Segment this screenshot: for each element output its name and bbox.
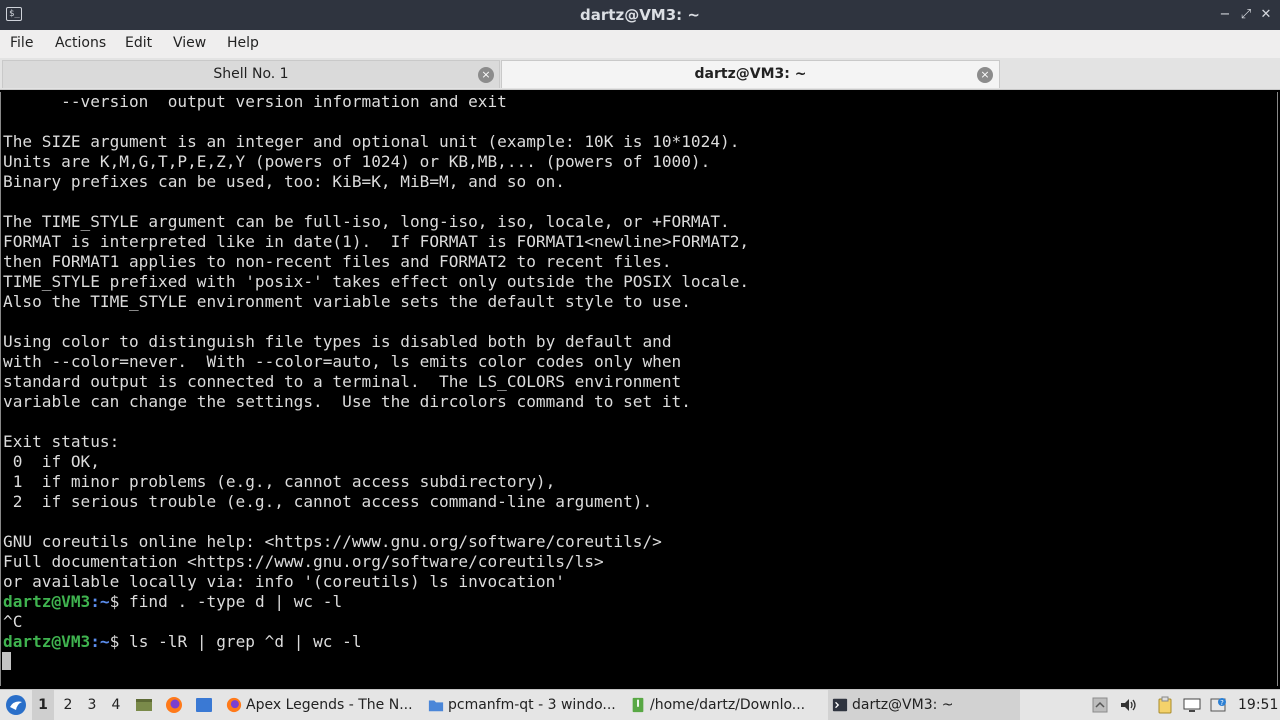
tab-label: dartz@VM3: ~ <box>694 66 807 82</box>
terminal-line: with --color=never. With --color=auto, l… <box>3 352 682 371</box>
prompt-dollar: $ <box>109 632 129 651</box>
window-titlebar: $_ dartz@VM3: ~ − ⤢ ✕ <box>0 0 1280 30</box>
svg-text:?: ? <box>1220 699 1224 707</box>
terminal-line: TIME_STYLE prefixed with 'posix-' takes … <box>3 272 750 291</box>
terminal-line: FORMAT is interpreted like in date(1). I… <box>3 232 750 251</box>
terminal-cursor <box>2 652 11 670</box>
terminal-prompt-line: dartz@VM3:~$ ls -lR | grep ^d | wc -l <box>3 632 362 652</box>
task-label: pcmanfm-qt - 3 windo... <box>448 697 616 713</box>
terminal-line: Also the TIME_STYLE environment variable… <box>3 292 691 311</box>
menu-view[interactable]: View <box>173 30 206 56</box>
terminal-output[interactable]: --version output version information and… <box>0 92 1278 686</box>
volume-icon[interactable] <box>1117 690 1139 720</box>
tab-close-icon[interactable]: × <box>478 67 494 83</box>
workspace-1[interactable]: 1 <box>32 690 54 720</box>
firefox-launcher-icon[interactable] <box>163 690 185 720</box>
terminal-line: then FORMAT1 applies to non-recent files… <box>3 252 672 271</box>
terminal-line: Exit status: <box>3 432 120 451</box>
terminal-line: 2 if serious trouble (e.g., cannot acces… <box>3 492 653 511</box>
menu-help[interactable]: Help <box>227 30 259 56</box>
task-terminal[interactable]: dartz@VM3: ~ <box>828 690 1020 720</box>
terminal-line: or available locally via: info '(coreuti… <box>3 572 565 591</box>
terminal-line: ^C <box>3 612 23 631</box>
terminal-line: --version output version information and… <box>3 92 507 111</box>
tab-dartz-vm3[interactable]: dartz@VM3: ~ × <box>501 60 1000 88</box>
taskbar: 1 2 3 4 Apex Legends - The N... pcmanfm-… <box>0 689 1280 720</box>
workspace-4[interactable]: 4 <box>105 690 127 720</box>
clipboard-icon[interactable] <box>1154 690 1176 720</box>
prompt-user: dartz@VM3 <box>3 632 91 651</box>
minimize-icon[interactable]: − <box>1216 6 1234 24</box>
task-pcmanfm[interactable]: pcmanfm-qt - 3 windo... <box>424 690 622 720</box>
prompt-dollar: $ <box>109 592 129 611</box>
workspace-3[interactable]: 3 <box>81 690 103 720</box>
terminal-line: Binary prefixes can be used, too: KiB=K,… <box>3 172 565 191</box>
task-archive[interactable]: /home/dartz/Downlo... <box>626 690 824 720</box>
terminal-line: The SIZE argument is an integer and opti… <box>3 132 740 151</box>
prompt-path: :~ <box>90 632 110 651</box>
tab-bar: Shell No. 1 × dartz@VM3: ~ × <box>0 58 1280 90</box>
file-manager-launcher-icon[interactable] <box>193 690 215 720</box>
show-desktop-icon[interactable] <box>134 690 154 720</box>
tab-shell-no-1[interactable]: Shell No. 1 × <box>2 60 500 88</box>
task-label: dartz@VM3: ~ <box>852 697 954 713</box>
terminal-line: standard output is connected to a termin… <box>3 372 682 391</box>
terminal-icon <box>832 698 848 712</box>
menu-actions[interactable]: Actions <box>55 30 106 56</box>
prompt-command: find . -type d | wc -l <box>129 592 343 611</box>
folder-icon <box>428 700 444 712</box>
menu-edit[interactable]: Edit <box>125 30 152 56</box>
prompt-command: ls -lR | grep ^d | wc -l <box>129 632 362 651</box>
display-icon[interactable] <box>1181 690 1203 720</box>
menu-bar: File Actions Edit View Help <box>0 30 1280 58</box>
terminal-line: Using color to distinguish file types is… <box>3 332 672 351</box>
archive-icon <box>632 697 644 713</box>
terminal-line: 0 if OK, <box>3 452 100 471</box>
prompt-path: :~ <box>90 592 110 611</box>
task-label: /home/dartz/Downlo... <box>650 697 806 713</box>
maximize-icon[interactable]: ⤢ <box>1237 6 1255 24</box>
task-label: Apex Legends - The N... <box>246 697 413 713</box>
close-icon[interactable]: ✕ <box>1257 6 1275 24</box>
task-firefox[interactable]: Apex Legends - The N... <box>222 690 420 720</box>
tab-label: Shell No. 1 <box>213 66 289 82</box>
clock[interactable]: 19:51 <box>1238 690 1278 720</box>
terminal-line: GNU coreutils online help: <https://www.… <box>3 532 662 551</box>
workspace-2[interactable]: 2 <box>57 690 79 720</box>
tray-expand-icon[interactable] <box>1090 690 1110 720</box>
terminal-prompt-line: dartz@VM3:~$ find . -type d | wc -l <box>3 592 342 612</box>
firefox-icon <box>226 697 242 713</box>
network-icon[interactable]: ? <box>1207 690 1229 720</box>
terminal-line: Full documentation <https://www.gnu.org/… <box>3 552 604 571</box>
menu-file[interactable]: File <box>10 30 33 56</box>
start-menu-icon[interactable] <box>4 690 28 720</box>
terminal-line: The TIME_STYLE argument can be full-iso,… <box>3 212 730 231</box>
terminal-line: 1 if minor problems (e.g., cannot access… <box>3 472 556 491</box>
tab-close-icon[interactable]: × <box>977 67 993 83</box>
prompt-user: dartz@VM3 <box>3 592 91 611</box>
terminal-line: Units are K,M,G,T,P,E,Z,Y (powers of 102… <box>3 152 711 171</box>
terminal-line: variable can change the settings. Use th… <box>3 392 691 411</box>
window-title: dartz@VM3: ~ <box>580 6 700 24</box>
